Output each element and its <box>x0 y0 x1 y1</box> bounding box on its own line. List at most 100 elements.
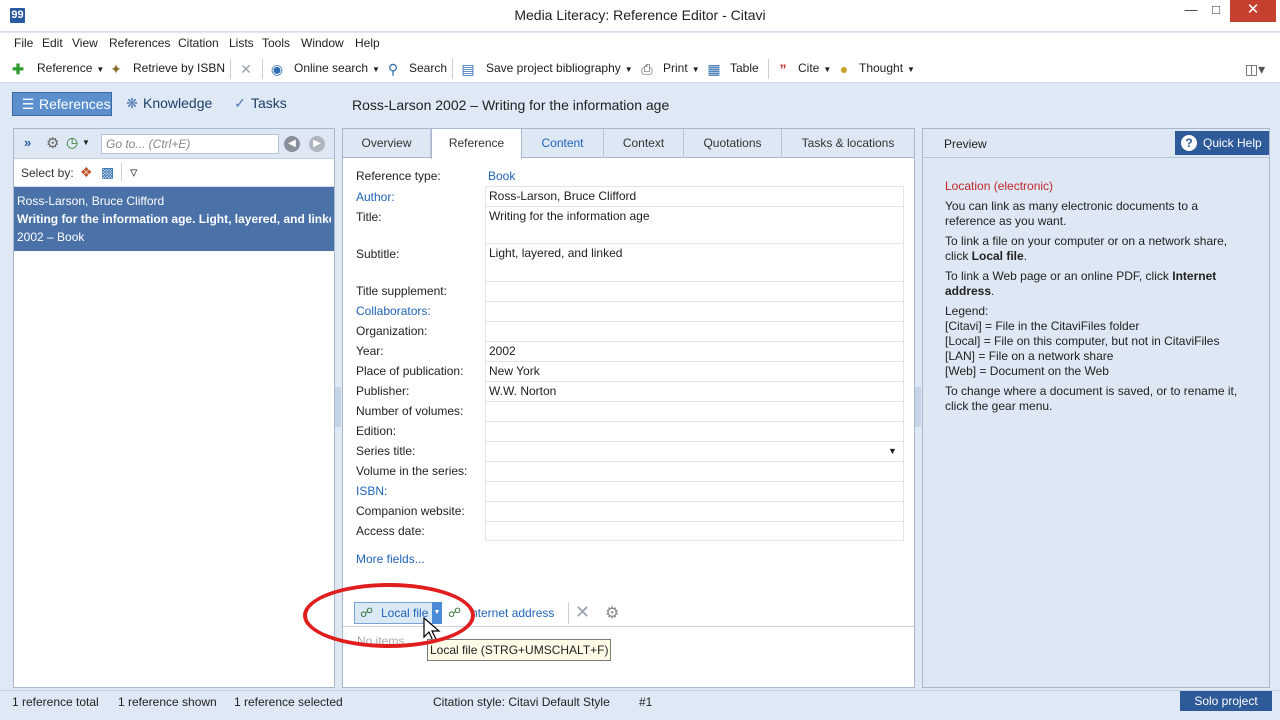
quick-help-content: Location (electronic) You can link as ma… <box>945 179 1245 419</box>
thought-button[interactable]: Thought ▼ <box>859 61 915 75</box>
field-label-edition: Edition: <box>356 424 397 438</box>
cite-button[interactable]: Cite ▼ <box>798 61 831 75</box>
references-tab[interactable]: ☰ References <box>12 92 112 116</box>
tab-context[interactable]: Context <box>604 129 684 158</box>
edition-field[interactable] <box>485 421 904 441</box>
isbn-field[interactable] <box>485 481 904 501</box>
chevron-down-icon[interactable]: ▼ <box>372 65 380 74</box>
gear-icon[interactable]: ⚙ <box>46 134 59 152</box>
publisher-field[interactable]: W.W. Norton <box>485 381 904 401</box>
menu-file[interactable]: File <box>14 36 33 50</box>
field-label-series-title: Series title: <box>356 444 416 458</box>
field-label-collaborators[interactable]: Collaborators: <box>356 304 431 318</box>
field-label-author[interactable]: Author: <box>356 190 395 204</box>
goto-search-input[interactable]: Go to... (Ctrl+E) <box>101 134 279 154</box>
organization-field[interactable] <box>485 321 904 341</box>
menu-edit[interactable]: Edit <box>42 36 63 50</box>
tab-tasks-locations[interactable]: Tasks & locations <box>782 129 914 158</box>
minimize-button[interactable]: — <box>1177 0 1205 22</box>
tag-select-icon[interactable]: ❖ <box>80 164 93 181</box>
printer-icon: ⎙ <box>641 61 653 77</box>
editor-tabs: Overview Reference Content Context Quota… <box>343 129 914 159</box>
reference-type-link[interactable]: Book <box>488 169 515 183</box>
internet-address-button[interactable]: nternet address <box>471 606 554 620</box>
knowledge-tab[interactable]: ❋ Knowledge <box>117 92 221 116</box>
save-bibliography-button[interactable]: Save project bibliography ▼ <box>486 61 633 75</box>
chevron-down-icon[interactable]: ▼ <box>82 138 90 147</box>
chevron-down-icon[interactable]: ▼ <box>692 65 700 74</box>
right-splitter-handle[interactable] <box>915 387 921 427</box>
print-button[interactable]: Print ▼ <box>663 61 700 75</box>
status-citation-style[interactable]: Citation style: Citavi Default Style <box>433 695 610 709</box>
number-of-volumes-field[interactable] <box>485 401 904 421</box>
close-button[interactable]: ✕ <box>1230 0 1276 22</box>
reference-item-meta: 2002 – Book <box>17 230 85 244</box>
reference-list-pane: » ⚙ ◷ ▼ Go to... (Ctrl+E) ◀ ▶ Select by:… <box>13 128 335 688</box>
thought-label: Thought <box>859 61 904 75</box>
title-field[interactable]: Writing for the information age <box>485 206 904 243</box>
maximize-button[interactable]: □ <box>1203 0 1229 22</box>
tasks-tab[interactable]: ✓ Tasks <box>225 92 297 116</box>
title-supplement-field[interactable] <box>485 281 904 301</box>
series-title-dropdown-icon[interactable]: ▼ <box>888 446 897 456</box>
collaborators-field[interactable] <box>485 301 904 321</box>
layout-options-icon[interactable]: ◫▾ <box>1243 61 1267 77</box>
volume-in-series-field[interactable] <box>485 461 904 481</box>
year-field[interactable]: 2002 <box>485 341 904 361</box>
chevron-down-icon[interactable]: ▼ <box>907 65 915 74</box>
tab-reference[interactable]: Reference <box>431 129 522 159</box>
new-reference-button[interactable]: Reference ▼ <box>37 61 104 75</box>
reference-list-item[interactable]: Ross-Larson, Bruce Clifford Writing for … <box>14 187 334 251</box>
status-total: 1 reference total <box>12 695 99 709</box>
tab-overview[interactable]: Overview <box>343 129 431 158</box>
left-splitter-handle[interactable] <box>335 387 341 427</box>
filter-icon[interactable]: ▿ <box>130 163 138 181</box>
delete-icon[interactable]: ✕ <box>238 61 254 77</box>
globe-search-icon: ◉ <box>270 61 284 77</box>
chevron-down-icon[interactable]: ▼ <box>96 65 104 74</box>
access-date-field[interactable] <box>485 521 904 541</box>
menu-lists[interactable]: Lists <box>229 36 254 50</box>
place-of-publication-field[interactable]: New York <box>485 361 904 381</box>
tab-quotations[interactable]: Quotations <box>684 129 782 158</box>
series-title-field[interactable] <box>485 441 904 461</box>
status-bar: 1 reference total 1 reference shown 1 re… <box>0 690 1280 720</box>
subtitle-field[interactable]: Light, layered, and linked <box>485 243 904 281</box>
menu-view[interactable]: View <box>72 36 98 50</box>
search-button[interactable]: Search <box>409 61 447 75</box>
field-label-isbn[interactable]: ISBN: <box>356 484 387 498</box>
history-icon[interactable]: ◷ <box>66 134 78 151</box>
back-arrow-icon[interactable]: ◀ <box>284 136 300 152</box>
more-fields-link[interactable]: More fields... <box>356 552 425 566</box>
local-file-tooltip: Local file (STRG+UMSCHALT+F) <box>427 639 611 661</box>
gear-icon[interactable]: ⚙ <box>605 603 619 623</box>
retrieve-by-isbn-button[interactable]: Retrieve by ISBN <box>133 61 225 75</box>
online-search-button[interactable]: Online search ▼ <box>294 61 380 75</box>
forward-arrow-icon[interactable]: ▶ <box>309 136 325 152</box>
help-paragraph: To link a Web page or an online PDF, cli… <box>945 269 1245 299</box>
preview-pane: Preview ? Quick Help Location (electroni… <box>922 128 1270 688</box>
expand-icon[interactable]: » <box>24 135 31 150</box>
preview-tab[interactable]: Preview <box>944 137 987 151</box>
help-paragraph: To change where a document is saved, or … <box>945 384 1238 413</box>
menu-citation[interactable]: Citation <box>178 36 219 50</box>
menu-window[interactable]: Window <box>301 36 344 50</box>
category-select-icon[interactable]: ▩ <box>101 164 114 181</box>
table-icon: ▦ <box>707 61 721 77</box>
reference-list-toolbar: » ⚙ ◷ ▼ Go to... (Ctrl+E) ◀ ▶ <box>14 129 334 159</box>
toolbar-separator <box>230 59 231 79</box>
chevron-down-icon[interactable]: ▼ <box>823 65 831 74</box>
menu-help[interactable]: Help <box>355 36 380 50</box>
author-field[interactable]: Ross-Larson, Bruce Clifford <box>485 186 904 206</box>
table-button[interactable]: Table <box>730 61 759 75</box>
menu-tools[interactable]: Tools <box>262 36 290 50</box>
remove-location-icon[interactable]: ✕ <box>575 602 590 623</box>
companion-website-field[interactable] <box>485 501 904 521</box>
add-reference-icon[interactable]: ✚ <box>10 61 26 77</box>
chevron-down-icon[interactable]: ▼ <box>625 65 633 74</box>
print-label: Print <box>663 61 688 75</box>
tab-content[interactable]: Content <box>522 129 604 158</box>
quick-help-button[interactable]: ? Quick Help <box>1175 131 1269 155</box>
field-label-year: Year: <box>356 344 384 358</box>
menu-references[interactable]: References <box>109 36 170 50</box>
